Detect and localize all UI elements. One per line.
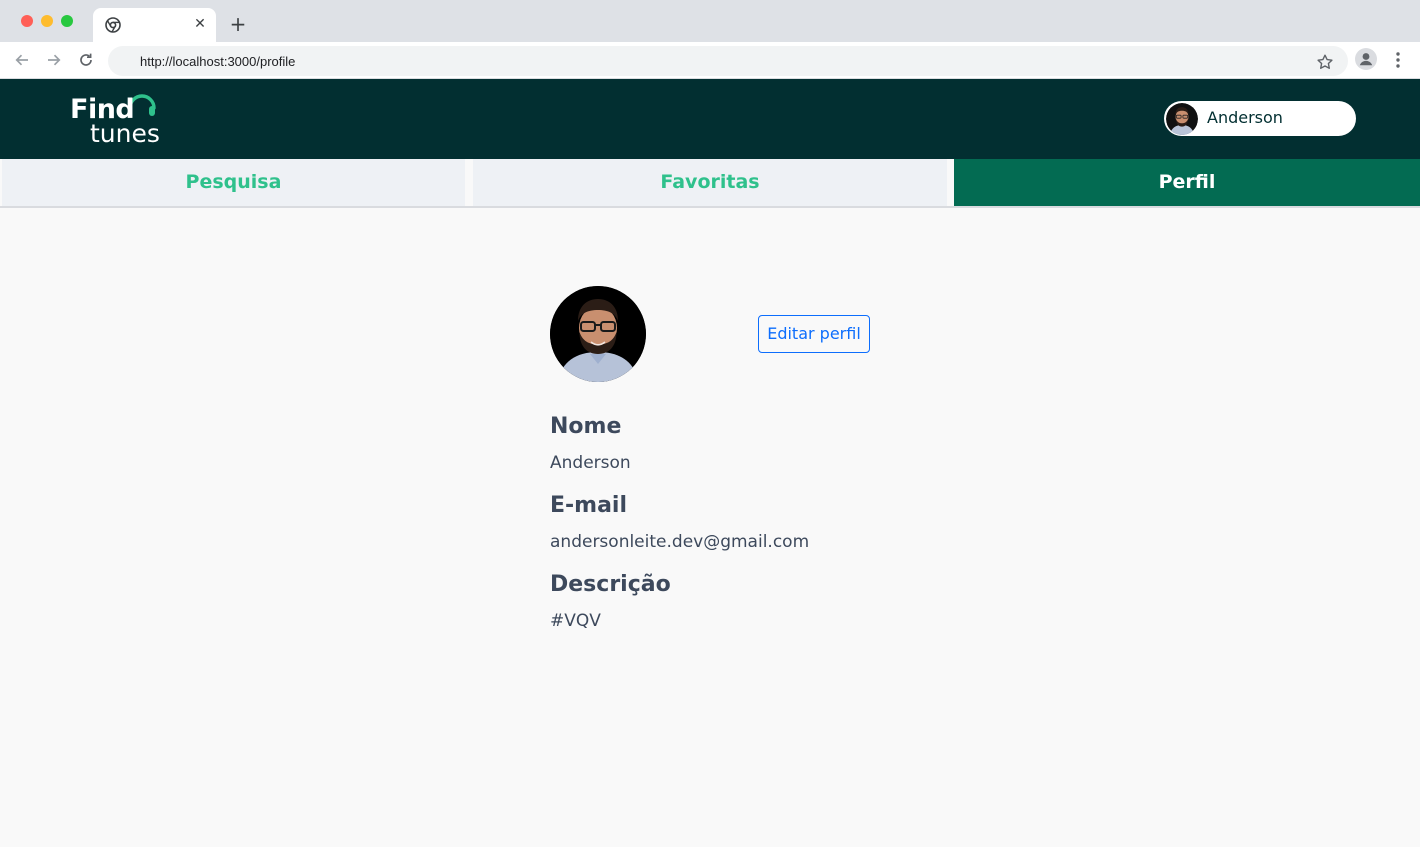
- close-icon[interactable]: ✕: [192, 16, 208, 32]
- logo-tunes-text: tunes: [90, 119, 160, 148]
- description-label: Descrição: [550, 572, 671, 597]
- browser-toolbar: http://localhost:3000/profile: [0, 42, 1420, 79]
- window-maximize-dot[interactable]: [61, 15, 73, 27]
- user-name: Anderson: [1207, 108, 1283, 127]
- star-icon[interactable]: [1316, 53, 1334, 71]
- address-bar[interactable]: http://localhost:3000/profile: [108, 46, 1348, 76]
- window-close-dot[interactable]: [21, 15, 33, 27]
- name-label: Nome: [550, 414, 622, 439]
- findtunes-logo[interactable]: Find tunes: [68, 86, 168, 150]
- arrow-left-icon[interactable]: [13, 51, 31, 69]
- account-icon[interactable]: [1355, 48, 1377, 70]
- profile-avatar: [550, 286, 646, 382]
- avatar: [1166, 103, 1198, 135]
- email-value: andersonleite.dev@gmail.com: [550, 532, 810, 552]
- chrome-favicon-icon: [105, 17, 121, 33]
- tab-perfil[interactable]: Perfil: [954, 159, 1420, 206]
- url-text[interactable]: http://localhost:3000/profile: [140, 54, 295, 69]
- browser-tab-strip: ✕ +: [0, 0, 1420, 42]
- description-value: #VQV: [550, 611, 601, 631]
- tab-favoritas[interactable]: Favoritas: [473, 159, 947, 206]
- main-nav: Pesquisa Favoritas Perfil: [0, 159, 1420, 208]
- arrow-right-icon[interactable]: [45, 51, 63, 69]
- window-minimize-dot[interactable]: [41, 15, 53, 27]
- edit-profile-button[interactable]: Editar perfil: [758, 315, 870, 353]
- reload-icon[interactable]: [77, 51, 95, 69]
- browser-tab-active[interactable]: ✕: [93, 8, 216, 42]
- email-label: E-mail: [550, 493, 628, 518]
- name-value: Anderson: [550, 453, 631, 473]
- kebab-menu-icon[interactable]: [1390, 51, 1406, 69]
- user-badge[interactable]: Anderson: [1164, 101, 1356, 136]
- plus-icon[interactable]: +: [228, 14, 248, 34]
- tab-pesquisa[interactable]: Pesquisa: [2, 159, 465, 206]
